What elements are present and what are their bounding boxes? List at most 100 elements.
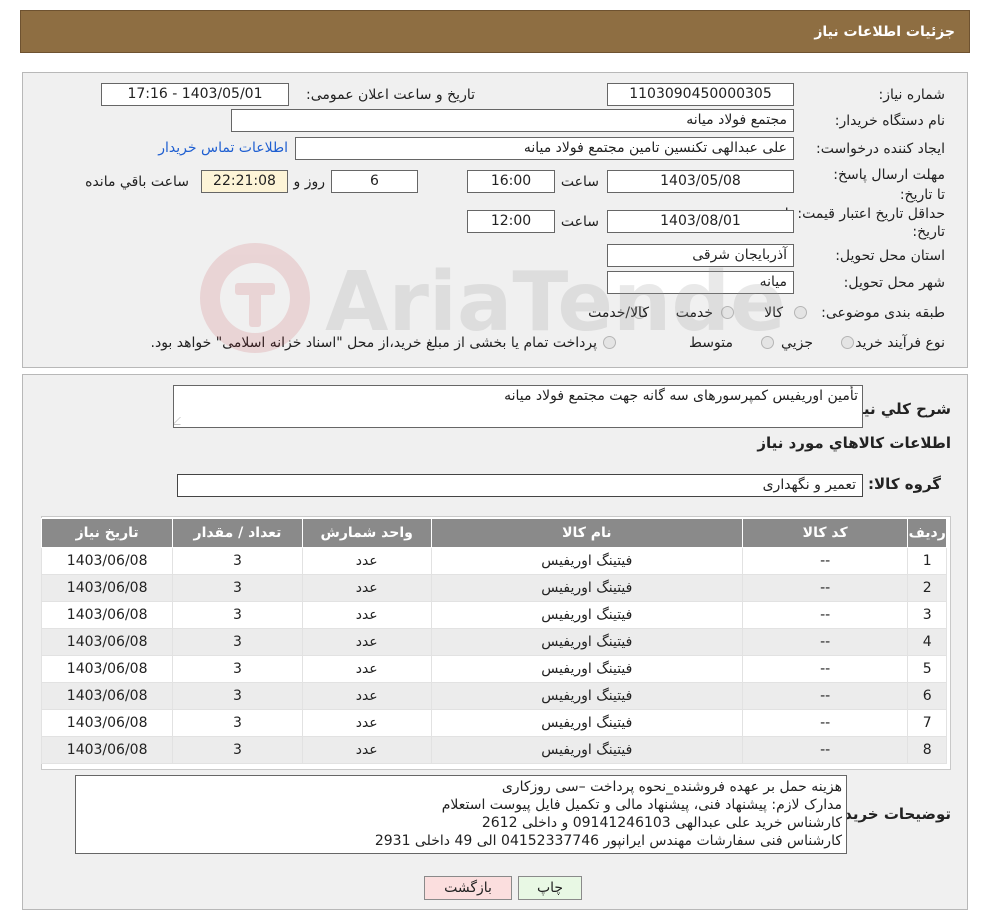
item-code-cell: -- [741, 574, 909, 602]
quantity-cell: 3 [172, 601, 303, 629]
item-code-cell: -- [741, 736, 909, 764]
page-root: جزئیات اطلاعات نیاز شماره نیاز: 11030904… [0, 0, 985, 921]
announce-field: 1403/05/01 - 17:16 [101, 83, 289, 106]
province-field: آذربایجان شرقی [607, 244, 794, 267]
category-goods-service-label: کالا/خدمت [588, 305, 649, 321]
item-name-cell: فیتینگ اوریفیس [430, 655, 743, 683]
goods-group-label: گروه كالا: [868, 475, 941, 493]
radio-goods[interactable] [794, 306, 807, 319]
item-code-cell: -- [741, 682, 909, 710]
table-header-row: رديف کد کالا نام کالا واحد شمارش تعداد /… [40, 518, 947, 548]
unit-cell: عدد [301, 736, 432, 764]
buyer-contact-link[interactable]: اطلاعات تماس خریدار [158, 140, 288, 156]
process-medium-label: متوسط [689, 335, 733, 351]
goods-heading: اطلاعات كالاهاي مورد نياز [757, 434, 951, 452]
item-name-cell: فیتینگ اوریفیس [430, 709, 743, 737]
province-label: استان محل تحویل: [835, 248, 945, 264]
unit-cell: عدد [301, 574, 432, 602]
col-need-date: تاریخ نیاز [40, 518, 174, 548]
table-row: 4 -- فیتینگ اوریفیس عدد 3 1403/06/08 [40, 628, 947, 656]
price-time-label: ساعت [560, 214, 599, 230]
reply-date-field: 1403/05/08 [607, 170, 794, 193]
item-code-cell: -- [741, 601, 909, 629]
row-number-cell: 5 [907, 655, 947, 683]
table-row: 5 -- فیتینگ اوریفیس عدد 3 1403/06/08 [40, 655, 947, 683]
price-date-field: 1403/08/01 [607, 210, 794, 233]
item-code-cell: -- [741, 709, 909, 737]
item-code-cell: -- [741, 628, 909, 656]
creator-label: ایجاد کننده درخواست: [816, 141, 945, 157]
summary-text: تأمین اوریفیس کمپرسورهای سه گانه جهت مجت… [504, 388, 858, 404]
buyer-notes-line: مدارک لازم: پیشنهاد فنی، پیشنهاد مالی و … [441, 797, 842, 813]
need-date-cell: 1403/06/08 [40, 601, 174, 629]
col-item-code: کد کالا [741, 518, 909, 548]
col-row-number: رديف [907, 518, 947, 548]
remaining-time-field: 22:21:08 [201, 170, 288, 193]
resize-grip-icon[interactable] [174, 417, 188, 425]
unit-cell: عدد [301, 628, 432, 656]
need-date-cell: 1403/06/08 [40, 628, 174, 656]
need-number-field: 1103090450000305 [607, 83, 794, 106]
need-date-cell: 1403/06/08 [40, 574, 174, 602]
days-field: 6 [331, 170, 418, 193]
buyer-notes-field[interactable]: هزینه حمل بر عهده فروشنده_نحوه پرداخت –س… [75, 775, 847, 854]
announce-label: تاریخ و ساعت اعلان عمومی: [306, 87, 475, 103]
buyer-notes-line: کارشناس خرید علی عبدالهی 09141246103 و د… [481, 815, 842, 831]
buyer-notes-line: هزینه حمل بر عهده فروشنده_نحوه پرداخت –س… [501, 779, 842, 795]
need-date-cell: 1403/06/08 [40, 655, 174, 683]
item-name-cell: فیتینگ اوریفیس [430, 628, 743, 656]
print-button[interactable]: چاپ [518, 876, 582, 900]
buyer-org-label: نام دستگاه خریدار: [834, 113, 945, 129]
price-validity-label: حداقل تاریخ اعتبار قیمت: تا تاریخ: [784, 206, 945, 240]
buyer-notes-line: کارشناس فنی سفارشات مهندس ایرانپور 04152… [374, 833, 842, 849]
city-label: شهر محل تحویل: [843, 275, 945, 291]
back-button[interactable]: بازگشت [424, 876, 512, 900]
need-info-panel: شماره نیاز: 1103090450000305 تاریخ و ساع… [22, 72, 968, 368]
radio-medium[interactable] [761, 336, 774, 349]
quantity-cell: 3 [172, 736, 303, 764]
reply-deadline-label: مهلت ارسال پاسخ: تا تاریخ: [833, 167, 945, 203]
item-code-cell: -- [741, 547, 909, 575]
unit-cell: عدد [301, 601, 432, 629]
quantity-cell: 3 [172, 682, 303, 710]
need-date-cell: 1403/06/08 [40, 736, 174, 764]
table-row: 2 -- فیتینگ اوریفیس عدد 3 1403/06/08 [40, 574, 947, 602]
radio-service[interactable] [721, 306, 734, 319]
needed-items-panel: شرح كلي نياز: تأمین اوریفیس کمپرسورهای س… [22, 374, 968, 910]
goods-group-field: تعمیر و نگهداری [177, 474, 863, 497]
creator-field: علی عبدالهی تکنسین تامین مجتمع فولاد میا… [295, 137, 794, 160]
col-unit: واحد شمارش [301, 518, 432, 548]
col-quantity: تعداد / مقدار [172, 518, 303, 548]
radio-treasury[interactable] [603, 336, 616, 349]
category-label: طبقه بندی موضوعی: [821, 305, 945, 321]
summary-field[interactable]: تأمین اوریفیس کمپرسورهای سه گانه جهت مجت… [173, 385, 863, 428]
need-date-cell: 1403/06/08 [40, 682, 174, 710]
table-row: 6 -- فیتینگ اوریفیس عدد 3 1403/06/08 [40, 682, 947, 710]
table-row: 1 -- فیتینگ اوریفیس عدد 3 1403/06/08 [40, 547, 947, 575]
item-code-cell: -- [741, 655, 909, 683]
table-row: 8 -- فیتینگ اوریفیس عدد 3 1403/06/08 [40, 736, 947, 764]
buyer-org-field: مجتمع فولاد میانه [231, 109, 794, 132]
unit-cell: عدد [301, 682, 432, 710]
need-date-cell: 1403/06/08 [40, 547, 174, 575]
table-row: 7 -- فیتینگ اوریفیس عدد 3 1403/06/08 [40, 709, 947, 737]
quantity-cell: 3 [172, 574, 303, 602]
category-goods-label: کالا [764, 305, 783, 321]
city-field: میانه [607, 271, 794, 294]
process-minor-label: جزيي [781, 335, 813, 351]
row-number-cell: 3 [907, 601, 947, 629]
unit-cell: عدد [301, 547, 432, 575]
days-label: روز و [293, 174, 326, 190]
quantity-cell: 3 [172, 709, 303, 737]
row-number-cell: 6 [907, 682, 947, 710]
item-name-cell: فیتینگ اوریفیس [430, 736, 743, 764]
items-table: رديف کد کالا نام کالا واحد شمارش تعداد /… [40, 518, 947, 764]
page-header: جزئیات اطلاعات نیاز [20, 10, 970, 53]
item-name-cell: فیتینگ اوریفیس [430, 574, 743, 602]
table-row: 3 -- فیتینگ اوریفیس عدد 3 1403/06/08 [40, 601, 947, 629]
item-name-cell: فیتینگ اوریفیس [430, 601, 743, 629]
radio-minor[interactable] [841, 336, 854, 349]
price-time-field: 12:00 [467, 210, 555, 233]
row-number-cell: 7 [907, 709, 947, 737]
quantity-cell: 3 [172, 547, 303, 575]
